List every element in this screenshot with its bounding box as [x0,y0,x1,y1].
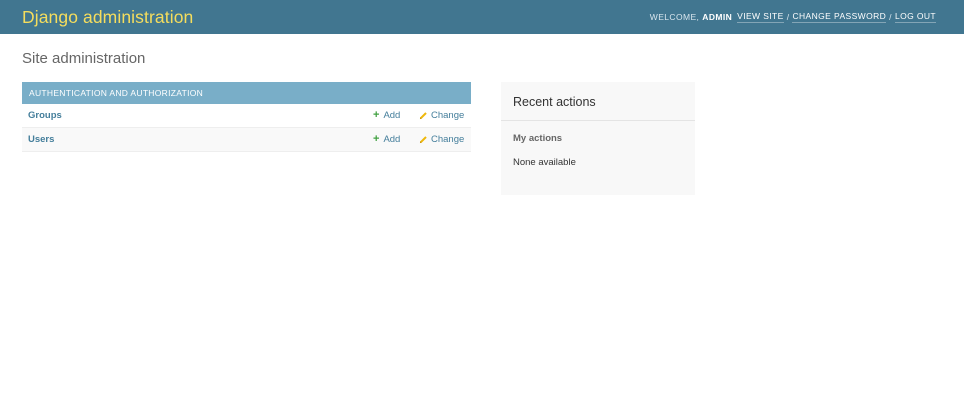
header-bar: Django administration WELCOME, ADMIN VIE… [0,0,964,34]
user-tools: WELCOME, ADMIN VIEW SITE / CHANGE PASSWO… [650,11,936,23]
change-password-link[interactable]: CHANGE PASSWORD [792,11,887,23]
change-label: Change [431,110,465,121]
model-link-groups[interactable]: Groups [22,110,373,121]
username: ADMIN [702,12,733,22]
page-title: Site administration [22,50,146,67]
change-groups-button[interactable]: Change [419,110,464,121]
change-label: Change [431,134,465,145]
app-module-auth: AUTHENTICATION AND AUTHORIZATION Groups … [22,82,471,152]
add-groups-button[interactable]: + Add [373,109,419,122]
my-actions-title: My actions [513,133,563,144]
welcome-text: WELCOME, [649,12,700,22]
log-out-link[interactable]: LOG OUT [894,11,936,23]
pencil-icon [419,136,427,144]
plus-icon: + [373,133,380,145]
pencil-icon [419,112,427,120]
change-users-button[interactable]: Change [419,134,464,145]
recent-actions-title: Recent actions [501,82,695,121]
site-branding[interactable]: Django administration [22,7,193,28]
separator: / [889,12,892,22]
model-row-users: Users + Add Change [22,128,471,152]
model-row-groups: Groups + Add Change [22,104,471,128]
add-users-button[interactable]: + Add [373,133,419,146]
model-link-users[interactable]: Users [22,134,373,145]
add-label: Add [383,110,401,121]
separator: / [786,12,790,22]
recent-actions-panel: Recent actions My actions None available [501,82,695,195]
add-label: Add [383,134,401,145]
empty-actions-text: None available [513,157,576,168]
module-caption-link[interactable]: AUTHENTICATION AND AUTHORIZATION [22,82,471,104]
plus-icon: + [373,109,380,121]
view-site-link[interactable]: VIEW SITE [737,11,784,23]
